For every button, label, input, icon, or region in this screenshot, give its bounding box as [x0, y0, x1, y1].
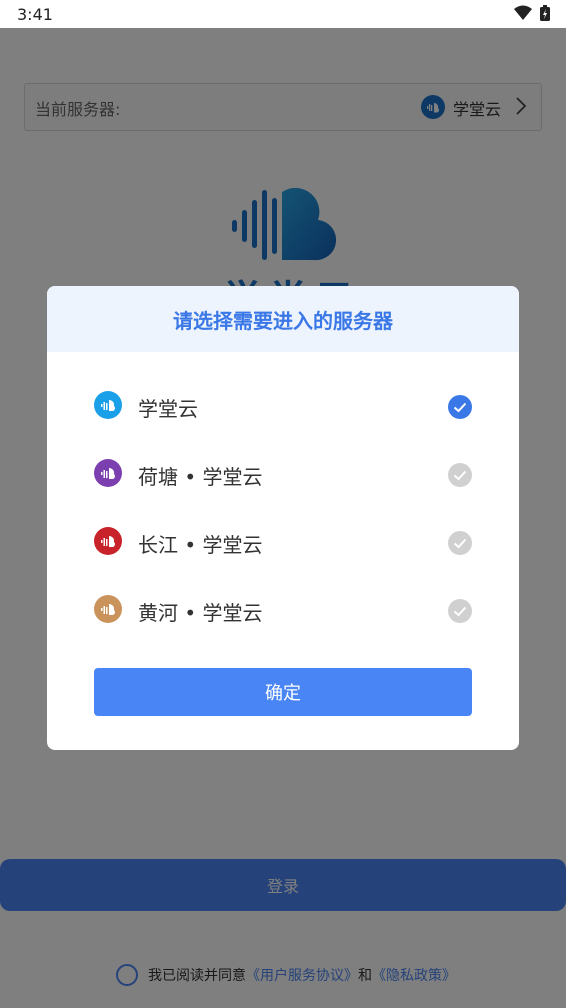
server-option-label: 荷塘 • 学堂云 — [138, 464, 263, 489]
server-option-huanghe[interactable]: 黄河 • 学堂云 — [94, 591, 472, 631]
server-option-hetang[interactable]: 荷塘 • 学堂云 — [94, 455, 472, 495]
wifi-icon — [514, 5, 532, 20]
cloud-logo-purple-icon — [94, 459, 122, 491]
server-option-changjiang[interactable]: 长江 • 学堂云 — [94, 523, 472, 563]
cloud-logo-gold-icon — [94, 595, 122, 627]
status-bar: 3:41 — [0, 0, 566, 28]
check-circle-unselected-icon — [448, 463, 472, 491]
battery-icon — [540, 5, 550, 21]
cloud-logo-red-icon — [94, 527, 122, 559]
check-circle-selected-icon — [448, 395, 472, 423]
server-option-label: 黄河 • 学堂云 — [138, 600, 263, 625]
check-circle-unselected-icon — [448, 599, 472, 627]
status-time: 3:41 — [17, 5, 53, 24]
cloud-logo-blue-icon — [94, 391, 122, 423]
server-option-label: 学堂云 — [138, 396, 198, 421]
dialog-title: 请选择需要进入的服务器 — [47, 286, 519, 352]
server-option-xuetangyun[interactable]: 学堂云 — [94, 387, 472, 427]
server-option-label: 长江 • 学堂云 — [138, 532, 263, 557]
check-circle-unselected-icon — [448, 531, 472, 559]
confirm-button[interactable]: 确定 — [94, 668, 472, 716]
server-select-dialog: 请选择需要进入的服务器 学堂云 荷塘 • 学堂云 长江 • 学堂云 黄河 • 学… — [47, 286, 519, 750]
